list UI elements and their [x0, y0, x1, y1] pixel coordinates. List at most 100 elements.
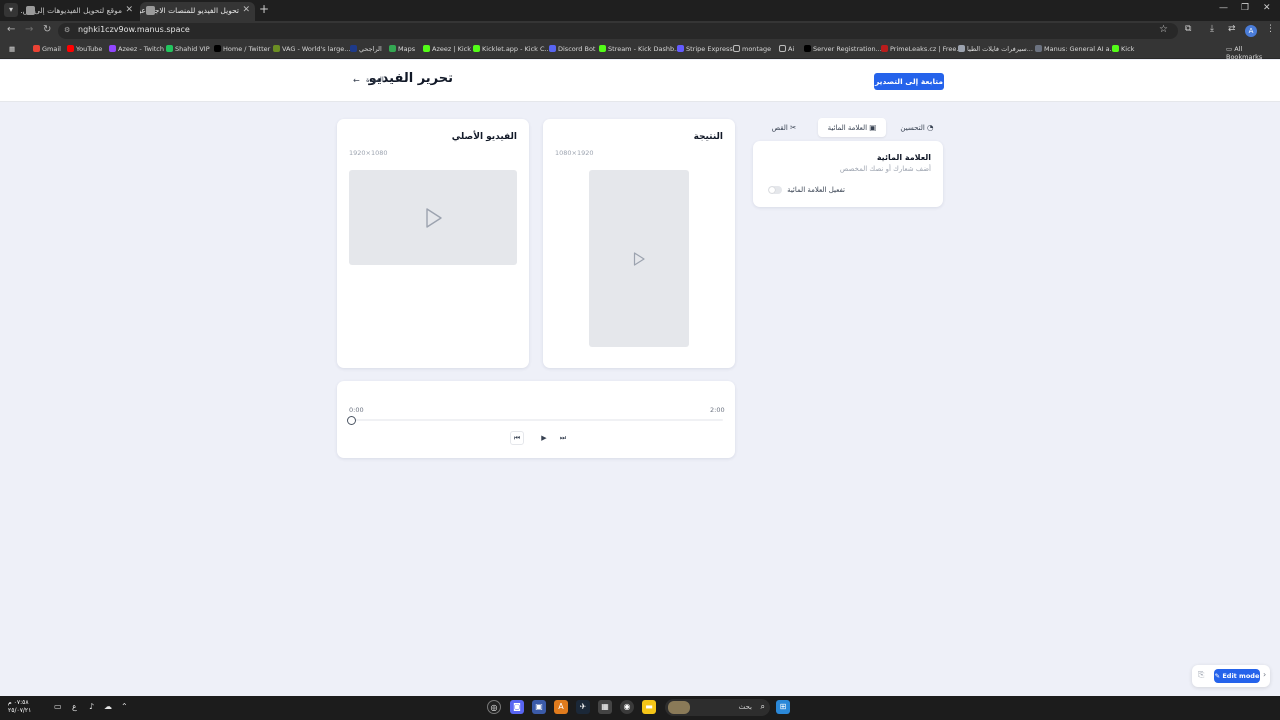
url-input[interactable]: ⚙ nghki1czv9ow.manus.space ☆: [58, 23, 1178, 39]
microphone-icon[interactable]: ♪: [89, 702, 94, 711]
translate-icon[interactable]: ⇄: [1228, 24, 1236, 34]
back-arrow-icon[interactable]: ←: [7, 24, 15, 35]
x-icon: [214, 45, 221, 52]
play-icon[interactable]: [425, 208, 443, 228]
restore-icon[interactable]: ❐: [1241, 3, 1249, 13]
bookmark-servers[interactable]: سيرفرات فايلات الطيا...: [958, 45, 1033, 53]
bookmark-montage[interactable]: montage: [733, 45, 771, 53]
tab-enhance-label: التحسين: [900, 124, 925, 132]
server-icon: [804, 45, 811, 52]
new-tab-icon[interactable]: +: [259, 2, 269, 16]
tab-title: تحويل الفيديو للمنصات الاجتماعية: [140, 6, 239, 15]
window-close-icon[interactable]: ✕: [1263, 3, 1271, 13]
back-button[interactable]: ← العودة: [353, 76, 387, 88]
play-icon: ▶: [541, 434, 547, 442]
browser-tab[interactable]: موقع لتحويل الفيديوهات إلى ص... ✕: [20, 2, 138, 21]
reload-icon[interactable]: ↻: [43, 24, 51, 35]
chevron-up-icon[interactable]: ⌃: [121, 702, 128, 711]
site-info-icon[interactable]: ⚙: [64, 26, 70, 34]
edit-mode-button[interactable]: ✎ Edit mode: [1214, 669, 1260, 683]
tab-close-icon[interactable]: ✕: [242, 2, 250, 19]
obs-app-icon[interactable]: ◎: [487, 700, 501, 714]
tab-favicon-icon: [146, 6, 155, 15]
bookmark-star-icon[interactable]: ☆: [1159, 24, 1168, 35]
notifications-icon[interactable]: ▭: [54, 702, 62, 711]
bookmark-kicklet[interactable]: Kicklet.app - Kick C...: [473, 45, 551, 53]
bookmark-kick-dashboard[interactable]: Stream - Kick Dashb...: [599, 45, 680, 53]
bookmark-vag[interactable]: VAG - World's large...: [273, 45, 350, 53]
skip-back-button[interactable]: ⏮: [510, 431, 524, 445]
minimize-icon[interactable]: —: [1219, 3, 1228, 13]
bookmark-stripe[interactable]: Stripe Express: [677, 45, 733, 53]
app-icon[interactable]: ▦: [598, 700, 612, 714]
cloud-icon[interactable]: ☁: [104, 702, 112, 711]
bookmark-discord-bot[interactable]: Discord Bot: [549, 45, 595, 53]
chrome-app-icon[interactable]: ◉: [620, 700, 634, 714]
scissors-icon: ✂: [790, 123, 797, 132]
original-video-player[interactable]: [349, 170, 517, 265]
result-video-card: النتيجة 1080×1920: [543, 119, 735, 368]
tab-enhance[interactable]: التحسين ◔: [893, 118, 941, 137]
bookmark-twitch[interactable]: Azeez - Twitch: [109, 45, 164, 53]
tab-watermark[interactable]: العلامة المائية ▣: [818, 118, 886, 137]
timeline-scrubber-handle[interactable]: [347, 416, 356, 425]
result-video-player[interactable]: [589, 170, 689, 347]
language-indicator[interactable]: ع: [72, 702, 77, 711]
tab-crop[interactable]: القص ✂: [763, 118, 805, 137]
bookmark-twitter[interactable]: Home / Twitter: [214, 45, 270, 53]
taskbar-search[interactable]: بحث ⌕: [665, 699, 770, 716]
discord-app-icon[interactable]: ◙: [510, 700, 524, 714]
tab-search-button[interactable]: ▾: [4, 3, 18, 17]
original-video-card: الفيديو الأصلي 1920×1080: [337, 119, 529, 368]
bookmark-alrajhi[interactable]: الراجحي: [350, 45, 382, 53]
bookmark-gmail[interactable]: Gmail: [33, 45, 61, 53]
original-video-title: الفيديو الأصلي: [451, 132, 517, 142]
steam-app-icon[interactable]: ✈: [576, 700, 590, 714]
editor-tabs: التحسين ◔ العلامة المائية ▣ القص ✂: [753, 118, 943, 137]
menu-dots-icon[interactable]: ⋮: [1266, 24, 1275, 34]
search-highlight-image: [668, 701, 690, 714]
file-explorer-icon[interactable]: ▬: [642, 700, 656, 714]
apps-grid-icon[interactable]: ▦: [9, 45, 15, 53]
folder-icon: ▭: [1226, 45, 1235, 53]
profile-avatar[interactable]: A: [1245, 25, 1257, 37]
adobe-app-icon[interactable]: A: [554, 700, 568, 714]
bookmark-kick-azeez[interactable]: Azeez | Kick: [423, 45, 471, 53]
watermark-toggle[interactable]: [768, 186, 782, 194]
bookmark-server-registration[interactable]: Server Registration...: [804, 45, 882, 53]
play-button[interactable]: ▶: [537, 431, 551, 445]
watermark-title: العلامة المائية: [876, 153, 931, 162]
primeleaks-icon: [881, 45, 888, 52]
browser-tab-bar: ▾ موقع لتحويل الفيديوهات إلى ص... ✕ تحوي…: [0, 0, 1280, 21]
play-icon[interactable]: [633, 252, 645, 266]
bookmark-maps[interactable]: Maps: [389, 45, 415, 53]
search-icon: ⌕: [760, 702, 765, 711]
forward-arrow-icon[interactable]: →: [25, 24, 33, 35]
skip-forward-button[interactable]: ⏭: [556, 431, 570, 445]
extensions-icon[interactable]: ⧉: [1185, 24, 1191, 34]
clipboard-icon[interactable]: ⎘: [1198, 670, 1204, 680]
watermark-panel: العلامة المائية أضف شعارك أو نصك المخصص: [753, 141, 943, 207]
bookmark-manus[interactable]: Manus: General AI a...: [1035, 45, 1116, 53]
timeline-track[interactable]: [351, 419, 723, 421]
continue-to-export-button[interactable]: متابعة إلى التصدير: [874, 73, 944, 90]
windows-start-icon[interactable]: ⊞: [776, 700, 790, 714]
taskbar-clock[interactable]: ٠٧:٥٨ م ٢٥/٠٧/٢١: [8, 699, 31, 715]
address-bar-row: ← → ↻ ⚙ nghki1czv9ow.manus.space ☆ ⧉ ⤓ ⇄…: [0, 21, 1280, 41]
bookmark-ai[interactable]: Ai: [779, 45, 794, 53]
browser-tab-active[interactable]: تحويل الفيديو للمنصات الاجتماعية ✕: [140, 2, 255, 21]
bookmark-kick[interactable]: Kick: [1112, 45, 1134, 53]
app-icon[interactable]: ▣: [532, 700, 546, 714]
result-video-dimensions: 1080×1920: [555, 149, 594, 157]
image-icon: ▣: [869, 123, 877, 132]
tab-watermark-label: العلامة المائية: [827, 124, 868, 132]
tab-close-icon[interactable]: ✕: [125, 2, 133, 19]
chevron-right-icon[interactable]: ›: [1263, 670, 1266, 679]
manus-icon: [1035, 45, 1042, 52]
all-bookmarks-button[interactable]: ▭ All Bookmarks: [1226, 45, 1280, 61]
bookmark-shahid[interactable]: Shahid VIP: [166, 45, 210, 53]
tab-crop-label: القص: [771, 124, 788, 132]
bookmark-primeleaks[interactable]: PrimeLeaks.cz | Free...: [881, 45, 963, 53]
download-icon[interactable]: ⤓: [1210, 24, 1214, 34]
bookmark-youtube[interactable]: YouTube: [67, 45, 102, 53]
